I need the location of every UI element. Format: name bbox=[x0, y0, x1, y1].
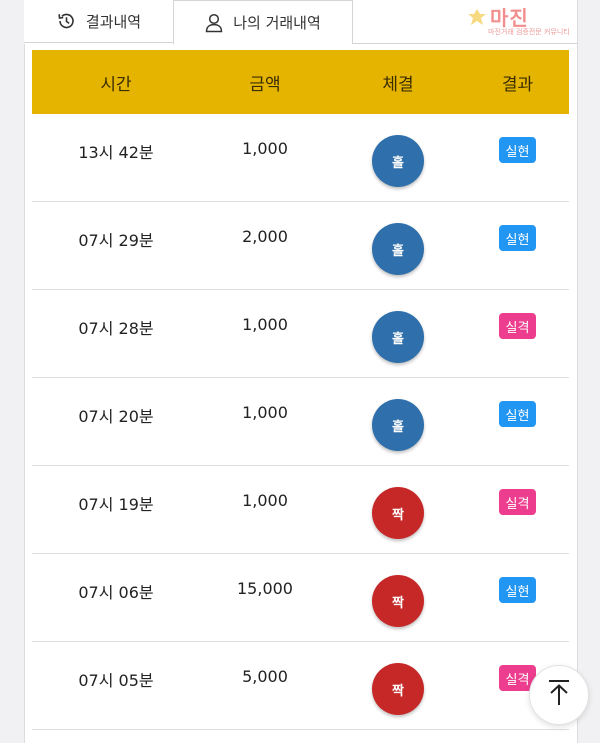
transactions-table: 시간 금액 체결 결과 13시 42분 1,000 홀 실현 07시 29분 2,000 홀… bbox=[32, 50, 569, 730]
result-cell: 실격 bbox=[466, 290, 569, 339]
header-fill: 체결 bbox=[382, 74, 414, 95]
tab-my-transactions-label: 나의 거래내역 bbox=[233, 14, 321, 32]
fill-cell: 홀 bbox=[330, 290, 466, 363]
result-cell: 실현 bbox=[466, 554, 569, 603]
time-cell: 07시 05분 bbox=[78, 671, 154, 690]
table-row: 07시 19분 1,000 짝 실격 bbox=[32, 466, 569, 554]
result-cell: 실현 bbox=[466, 378, 569, 427]
table-row: 07시 06분 15,000 짝 실현 bbox=[32, 554, 569, 642]
fill-cell: 홀 bbox=[330, 114, 466, 187]
fill-ball: 홀 bbox=[372, 311, 424, 363]
amount-cell: 1,000 bbox=[242, 139, 288, 158]
fill-ball: 홀 bbox=[372, 223, 424, 275]
header-amount: 금액 bbox=[249, 74, 281, 95]
amount-cell: 1,000 bbox=[242, 403, 288, 422]
header-result: 결과 bbox=[501, 74, 534, 95]
watermark-subtext: 마진거래 검증전문 커뮤니티 bbox=[488, 28, 570, 36]
time-cell: 07시 06분 bbox=[78, 583, 154, 602]
fill-ball: 짝 bbox=[372, 487, 424, 539]
time-cell: 07시 19분 bbox=[78, 495, 154, 514]
amount-cell: 15,000 bbox=[237, 579, 293, 598]
fill-cell: 짝 bbox=[330, 642, 466, 715]
amount-cell: 1,000 bbox=[242, 491, 288, 510]
fill-ball: 홀 bbox=[372, 399, 424, 451]
result-badge: 실격 bbox=[498, 489, 537, 515]
tab-results-history-label: 결과내역 bbox=[85, 12, 142, 31]
table-row: 07시 20분 1,000 홀 실현 bbox=[32, 378, 569, 466]
result-badge: 실현 bbox=[498, 137, 537, 163]
result-badge: 실격 bbox=[498, 313, 537, 339]
fill-cell: 홀 bbox=[330, 378, 466, 451]
result-badge: 실현 bbox=[498, 225, 537, 251]
amount-cell: 5,000 bbox=[242, 667, 288, 686]
amount-cell: 1,000 bbox=[242, 315, 288, 334]
table-row: 07시 05분 5,000 짝 실격 bbox=[32, 642, 569, 730]
fill-ball: 짝 bbox=[372, 663, 424, 715]
history-icon bbox=[56, 11, 76, 31]
table-header: 시간 금액 체결 결과 bbox=[32, 50, 569, 114]
time-cell: 13시 42분 bbox=[78, 143, 154, 162]
time-cell: 07시 20분 bbox=[78, 407, 154, 426]
scroll-to-top-button[interactable] bbox=[529, 665, 589, 725]
fill-cell: 홀 bbox=[330, 202, 466, 275]
header-time: 시간 bbox=[100, 74, 132, 95]
amount-cell: 2,000 bbox=[242, 227, 288, 246]
fill-cell: 짝 bbox=[330, 554, 466, 627]
watermark-logo: 마진 마진거래 검증전문 커뮤니티 bbox=[466, 4, 596, 38]
result-badge: 실현 bbox=[498, 401, 537, 427]
time-cell: 07시 29분 bbox=[78, 231, 154, 250]
result-cell: 실격 bbox=[466, 466, 569, 515]
table-body: 13시 42분 1,000 홀 실현 07시 29분 2,000 홀 실현 07시 28분 1,0… bbox=[32, 114, 569, 730]
fill-cell: 짝 bbox=[330, 466, 466, 539]
result-cell: 실현 bbox=[466, 202, 569, 251]
result-badge: 실현 bbox=[498, 577, 537, 603]
fill-ball: 짝 bbox=[372, 575, 424, 627]
fill-ball: 홀 bbox=[372, 135, 424, 187]
tab-results-history[interactable]: 결과내역 bbox=[24, 0, 173, 43]
user-icon bbox=[205, 13, 223, 33]
time-cell: 07시 28분 bbox=[78, 319, 154, 338]
wing-badge-icon bbox=[466, 6, 488, 32]
arrow-up-icon bbox=[546, 678, 572, 712]
table-row: 07시 29분 2,000 홀 실현 bbox=[32, 202, 569, 290]
table-row: 13시 42분 1,000 홀 실현 bbox=[32, 114, 569, 202]
table-row: 07시 28분 1,000 홀 실격 bbox=[32, 290, 569, 378]
result-cell: 실현 bbox=[466, 114, 569, 163]
tab-my-transactions[interactable]: 나의 거래내역 bbox=[173, 0, 353, 44]
